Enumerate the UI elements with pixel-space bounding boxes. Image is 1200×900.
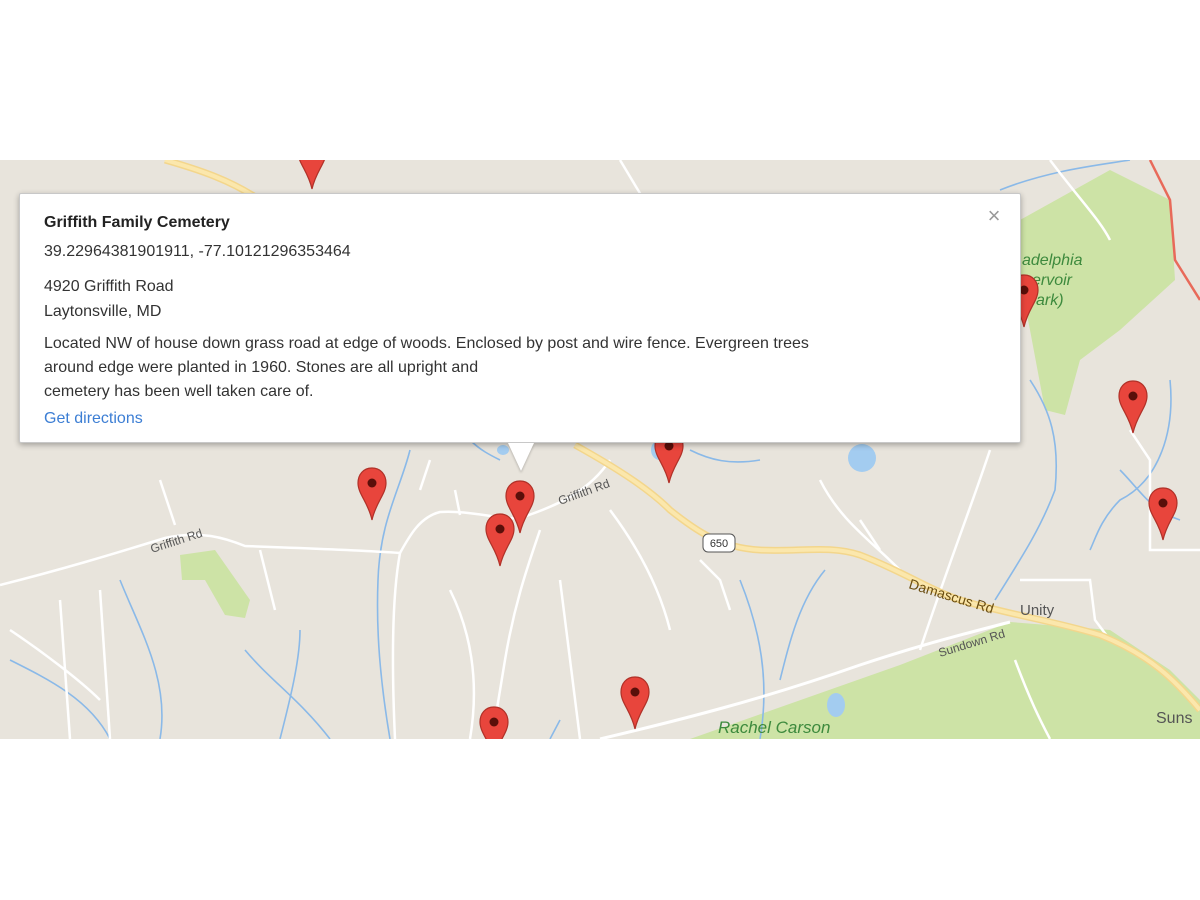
map-pin-icon[interactable] bbox=[356, 466, 388, 522]
close-icon[interactable]: × bbox=[982, 204, 1006, 228]
route-650-shield: 650 bbox=[702, 533, 736, 553]
get-directions-link[interactable]: Get directions bbox=[44, 410, 143, 428]
place-coordinates: 39.22964381901911, -77.10121296353464 bbox=[44, 243, 351, 260]
place-description: Located NW of house down grass road at e… bbox=[44, 332, 944, 404]
svg-text:650: 650 bbox=[710, 538, 728, 550]
park-label-line1: adelphia bbox=[1022, 252, 1083, 269]
map-pin-icon[interactable] bbox=[478, 705, 510, 739]
marker-info-window: × Griffith Family Cemetery 39.2296438190… bbox=[19, 193, 1021, 471]
info-window-pointer bbox=[508, 443, 534, 471]
description-line: Located NW of house down grass road at e… bbox=[44, 335, 809, 352]
place-label-unity: Unity bbox=[1020, 602, 1055, 619]
road-label-griffith-east: Griffith Rd bbox=[556, 476, 611, 508]
place-title: Griffith Family Cemetery bbox=[44, 214, 230, 231]
address-line-2: Laytonsville, MD bbox=[44, 303, 162, 320]
road-label-damascus: Damascus Rd bbox=[907, 576, 996, 617]
road-label-griffith-west: Griffith Rd bbox=[149, 526, 204, 556]
description-line: around edge were planted in 1960. Stones… bbox=[44, 359, 479, 376]
map-pin-icon[interactable] bbox=[484, 512, 516, 568]
map-pin-icon[interactable] bbox=[1147, 486, 1179, 542]
map-pin-icon[interactable] bbox=[619, 675, 651, 731]
map-pin-icon[interactable] bbox=[1117, 379, 1149, 435]
address-line-1: 4920 Griffith Road bbox=[44, 278, 174, 295]
map-pin-icon[interactable] bbox=[296, 160, 328, 191]
park-area-small bbox=[180, 550, 250, 618]
place-label-suns: Suns bbox=[1156, 710, 1192, 727]
park-label-rachel-carson: Rachel Carson bbox=[718, 718, 830, 737]
description-line: cemetery has been well taken care of. bbox=[44, 383, 314, 400]
park-label-line3: ark) bbox=[1036, 292, 1064, 309]
